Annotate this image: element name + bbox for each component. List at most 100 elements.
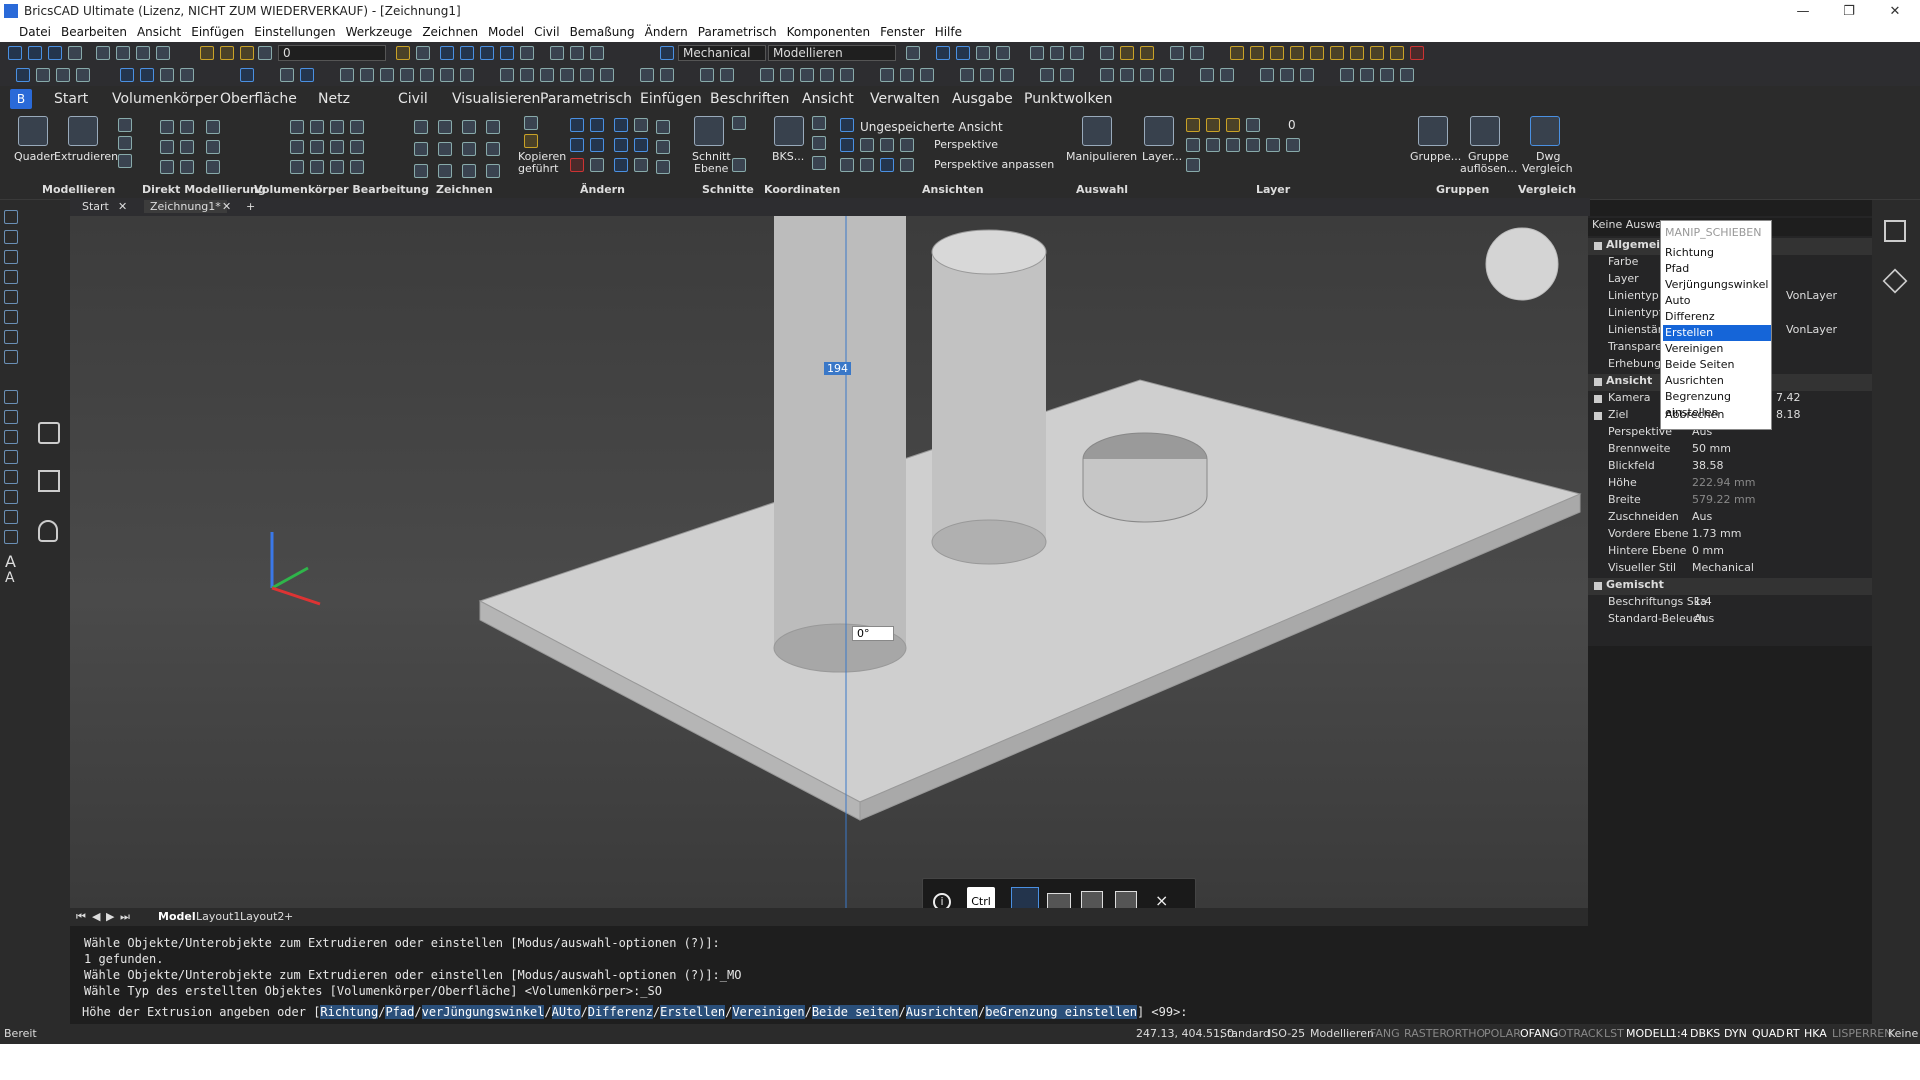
- status-dimstyle[interactable]: ISO-25: [1268, 1027, 1305, 1040]
- a-stretch-icon[interactable]: [590, 138, 604, 152]
- status-ofang[interactable]: OFANG: [1520, 1027, 1558, 1040]
- loft-small-icon[interactable]: [118, 154, 132, 168]
- chamfer-icon[interactable]: [660, 68, 674, 82]
- ebene-label[interactable]: Ebene: [694, 162, 728, 175]
- lock-icon[interactable]: [1120, 46, 1134, 60]
- l-circle-icon[interactable]: [4, 270, 18, 284]
- status-rt[interactable]: RT: [1786, 1027, 1800, 1040]
- cylinder-extruded-body[interactable]: [774, 216, 906, 648]
- trim-icon[interactable]: [580, 68, 594, 82]
- menu-fenster[interactable]: Fenster: [875, 25, 930, 39]
- vb-separate-icon[interactable]: [310, 160, 324, 174]
- draw-hatch-icon[interactable]: [440, 68, 454, 82]
- layer-combo[interactable]: 0: [278, 45, 386, 61]
- torus-icon[interactable]: [840, 68, 854, 82]
- measure-icon[interactable]: [1100, 46, 1114, 60]
- tab-civil[interactable]: Civil: [398, 91, 428, 107]
- status-workspace[interactable]: Modellieren: [1310, 1027, 1374, 1040]
- l-ellipse-icon[interactable]: [4, 330, 18, 344]
- tab-beschriften[interactable]: Beschriften: [710, 91, 789, 107]
- layer-sun-icon[interactable]: [220, 46, 234, 60]
- zoom-in-icon[interactable]: [56, 68, 70, 82]
- layout-tab-layout2[interactable]: Layout2: [240, 910, 284, 923]
- option-differenz[interactable]: Differenz: [587, 1005, 653, 1019]
- copy-icon[interactable]: [116, 46, 130, 60]
- parametric-icon[interactable]: [1270, 46, 1284, 60]
- option-pfad[interactable]: Pfad: [385, 1005, 415, 1019]
- status-textstyle[interactable]: Standard: [1220, 1027, 1270, 1040]
- draw-rect-icon[interactable]: [420, 68, 434, 82]
- prop-row[interactable]: Hintere Ebene 0 mm: [1588, 544, 1872, 561]
- workspace-mode-combo[interactable]: Modellieren: [768, 45, 896, 61]
- bks-icon[interactable]: [774, 116, 804, 146]
- layer-isolate-icon[interactable]: [1226, 138, 1240, 152]
- view-side-icon[interactable]: [500, 46, 514, 60]
- undo-icon[interactable]: [136, 46, 150, 60]
- prop-row[interactable]: Beschriftungs Ska 1:4: [1588, 595, 1872, 612]
- sweep-small-icon[interactable]: [118, 136, 132, 150]
- status-raster[interactable]: RASTER: [1404, 1027, 1447, 1040]
- section-plane-icon[interactable]: [1380, 68, 1394, 82]
- status-ortho[interactable]: ORTHO: [1446, 1027, 1485, 1040]
- a-break-icon[interactable]: [656, 140, 670, 154]
- status-lst[interactable]: LST: [1604, 1027, 1624, 1040]
- structure-panel-icon[interactable]: [38, 470, 60, 492]
- option-begrenzung[interactable]: beGrenzung einstellen: [985, 1005, 1137, 1019]
- l-rect-icon[interactable]: [4, 250, 18, 264]
- layer-button-label[interactable]: Layer...: [1142, 150, 1182, 163]
- status-otrack[interactable]: OTRACK: [1558, 1027, 1603, 1040]
- vb-chamfer-icon[interactable]: [310, 140, 324, 154]
- option-verjuengungswinkel[interactable]: verJüngungswinkel: [421, 1005, 545, 1019]
- l-mtext-icon[interactable]: A: [5, 570, 15, 586]
- view-top-icon[interactable]: [460, 46, 474, 60]
- explode-icon[interactable]: [1390, 46, 1404, 60]
- face-move-icon[interactable]: [1160, 68, 1174, 82]
- block-icon[interactable]: [590, 46, 604, 60]
- dm-extrude-icon[interactable]: [180, 160, 194, 174]
- kopieren-icon[interactable]: [524, 116, 538, 130]
- point-cloud-icon[interactable]: [1400, 68, 1414, 82]
- layer-print-icon[interactable]: [258, 46, 272, 60]
- option-erstellen[interactable]: Erstellen: [660, 1005, 726, 1019]
- z-wipeout-icon[interactable]: [486, 164, 500, 178]
- layout-nav-first-icon[interactable]: ⏮: [76, 910, 86, 924]
- pushpull-icon[interactable]: [160, 120, 174, 134]
- layer-combo-ribbon[interactable]: 0: [1288, 118, 1296, 132]
- dimension-icon[interactable]: [1250, 46, 1264, 60]
- option-auto[interactable]: AUto: [551, 1005, 581, 1019]
- move-icon[interactable]: [500, 68, 514, 82]
- view-left-small-icon[interactable]: [860, 158, 874, 172]
- zoom-extents-icon[interactable]: [16, 68, 30, 82]
- view-front-small-icon[interactable]: [860, 138, 874, 152]
- mechanical-browser-icon[interactable]: [38, 520, 58, 542]
- gruppe-aufloesen-icon[interactable]: [1470, 116, 1500, 146]
- l-line-icon[interactable]: [4, 210, 18, 224]
- draw-line-icon[interactable]: [340, 68, 354, 82]
- help-icon[interactable]: [906, 46, 920, 60]
- intersect-icon[interactable]: [920, 68, 934, 82]
- menu-hilfe[interactable]: Hilfe: [930, 25, 967, 39]
- doc-tab-start-close[interactable]: ✕: [118, 200, 127, 213]
- view-front-icon[interactable]: [480, 46, 494, 60]
- shade-icon[interactable]: [956, 46, 970, 60]
- z-circle-icon[interactable]: [462, 120, 476, 134]
- vb-union-icon[interactable]: [290, 120, 304, 134]
- stretch-icon[interactable]: [560, 68, 574, 82]
- redo-icon[interactable]: [156, 46, 170, 60]
- layer-print-small-icon[interactable]: [1246, 118, 1260, 132]
- doc-tab-zeichnung1[interactable]: Zeichnung1*: [144, 200, 227, 213]
- constraint-icon[interactable]: [1230, 46, 1244, 60]
- status-dyn[interactable]: DYN: [1724, 1027, 1747, 1040]
- dm-rotate-icon[interactable]: [206, 120, 220, 134]
- layout-tab-add[interactable]: +: [284, 910, 293, 923]
- status-hka[interactable]: HKA: [1804, 1027, 1827, 1040]
- option-vereinigen[interactable]: Vereinigen: [732, 1005, 805, 1019]
- draw-text-icon[interactable]: [460, 68, 474, 82]
- menu-item-auto[interactable]: Auto: [1663, 293, 1771, 309]
- eye-icon[interactable]: [160, 68, 174, 82]
- l-cone-icon[interactable]: [4, 450, 18, 464]
- layer-match-icon[interactable]: [1186, 138, 1200, 152]
- linetype-icon[interactable]: [240, 68, 254, 82]
- ucs-view-icon[interactable]: [812, 156, 826, 170]
- l-point-icon[interactable]: [4, 350, 18, 364]
